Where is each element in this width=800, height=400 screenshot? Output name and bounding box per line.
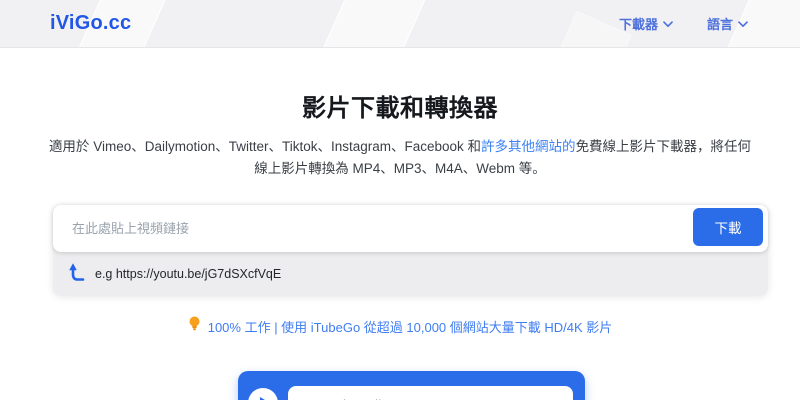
demo-url-field: https:// bbox=[288, 386, 573, 400]
description-text-before: 適用於 Vimeo、Dailymotion、Twitter、Tiktok、Ins… bbox=[48, 139, 482, 154]
chevron-down-icon bbox=[663, 16, 673, 31]
site-logo[interactable]: iViGo.cc bbox=[50, 12, 131, 35]
nav-language-menu[interactable]: 語言 bbox=[707, 14, 748, 33]
page-title: 影片下載和轉換器 bbox=[302, 95, 498, 122]
demo-animation-card: https:// bbox=[238, 371, 585, 400]
play-icon bbox=[248, 388, 278, 400]
header-nav: 下載器 語言 bbox=[619, 14, 748, 33]
nav-downloaders-menu[interactable]: 下載器 bbox=[619, 14, 673, 33]
itubego-promo-link[interactable]: 100% 工作 | 使用 iTubeGo 從超過 10,000 個網站大量下載 … bbox=[208, 317, 613, 336]
lightbulb-icon bbox=[188, 316, 201, 336]
page-description: 適用於 Vimeo、Dailymotion、Twitter、Tiktok、Ins… bbox=[22, 136, 778, 180]
example-row: e.g https://youtu.be/jG7dSXcfVqE bbox=[53, 252, 768, 296]
nav-language-label: 語言 bbox=[706, 17, 733, 32]
download-widget: 下載 e.g https://youtu.be/jG7dSXcfVqE bbox=[53, 205, 768, 296]
url-input-row: 下載 bbox=[53, 205, 768, 252]
tip-row: 100% 工作 | 使用 iTubeGo 從超過 10,000 個網站大量下載 … bbox=[0, 316, 800, 336]
curved-up-arrow-icon bbox=[68, 261, 86, 287]
header-decoration bbox=[318, 0, 432, 47]
video-url-input[interactable] bbox=[53, 205, 683, 252]
nav-downloaders-label: 下載器 bbox=[618, 17, 658, 32]
chevron-down-icon bbox=[738, 16, 748, 31]
example-url-link[interactable]: e.g https://youtu.be/jG7dSXcfVqE bbox=[95, 267, 281, 281]
download-button[interactable]: 下載 bbox=[693, 208, 763, 246]
header: iViGo.cc 下載器 語言 bbox=[0, 0, 800, 48]
other-sites-link[interactable]: 許多其他網站的 bbox=[481, 139, 576, 154]
